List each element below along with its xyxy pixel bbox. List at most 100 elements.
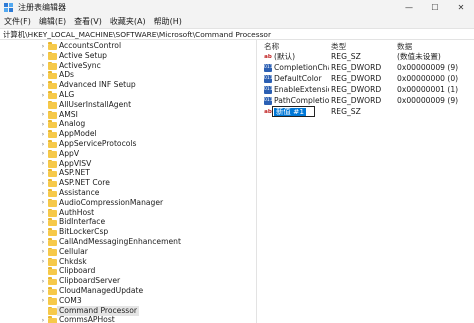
chevron-right-icon[interactable]: › [40,315,46,323]
address-path: 计算机\HKEY_LOCAL_MACHINE\SOFTWARE\Microsof… [3,29,271,39]
tree-item[interactable]: › AuthHost [0,207,256,218]
value-row[interactable]: ab 新值 #1 REG_SZ [258,106,474,117]
chevron-right-icon[interactable]: › [40,296,46,306]
string-value-icon: ab [264,54,272,60]
folder-icon [48,208,57,217]
folder-icon [48,61,57,70]
chevron-right-icon[interactable]: › [40,90,46,100]
value-type: REG_DWORD [331,85,382,94]
chevron-right-icon[interactable]: › [40,51,46,61]
chevron-right-icon[interactable]: › [40,286,46,296]
list-header: 名称 类型 数据 [258,40,474,51]
tree-item[interactable]: › ALG [0,90,256,100]
tree-item[interactable]: Clipboard [0,266,256,276]
value-row[interactable]: 011PathCompletionCharREG_DWORD 0x00000009… [258,96,474,106]
chevron-right-icon[interactable]: › [40,139,46,149]
tree-item[interactable]: › Analog [0,119,256,129]
chevron-right-icon[interactable]: › [40,198,46,208]
tree-item[interactable]: › Cellular [0,247,256,257]
folder-icon [48,81,57,90]
tree-item-label: ALG [59,90,75,99]
chevron-right-icon[interactable]: › [40,159,46,169]
folder-icon [48,159,57,168]
tree-item[interactable]: › BitLockerCsp [0,227,256,237]
tree-item[interactable]: › ASP.NET [0,168,256,178]
chevron-right-icon[interactable]: › [40,129,46,139]
chevron-right-icon[interactable]: › [40,227,46,237]
tree-item[interactable]: › Active Setup [0,51,256,61]
value-row[interactable]: 011EnableExtensionsREG_DWORD 0x00000001 (… [258,85,474,95]
string-value-icon: ab [264,109,272,115]
tree-item[interactable]: › AppModel [0,129,256,139]
key-tree[interactable]: › AccountsControl › Active Setup › ActiveSync… [0,40,257,323]
folder-icon [48,228,57,237]
chevron-right-icon[interactable]: › [40,168,46,178]
close-button[interactable]: ✕ [448,0,474,15]
tree-item[interactable]: › ADs [0,70,256,80]
address-bar[interactable]: 计算机\HKEY_LOCAL_MACHINE\SOFTWARE\Microsof… [0,28,474,40]
tree-item[interactable]: › ActiveSync [0,61,256,71]
chevron-right-icon[interactable]: › [40,276,46,286]
menu-favorites[interactable]: 收藏夹(A) [110,16,146,27]
tree-item[interactable]: › CallAndMessagingEnhancement [0,237,256,247]
menu-view[interactable]: 查看(V) [74,16,102,27]
menu-file[interactable]: 文件(F) [4,16,31,27]
menu-edit[interactable]: 编辑(E) [39,16,66,27]
chevron-right-icon[interactable]: › [40,149,46,159]
tree-item[interactable]: › Chkdsk [0,257,256,267]
tree-item[interactable]: › AppServiceProtocols [0,139,256,149]
value-row[interactable]: 011 DefaultColor REG_DWORD 0x00000000 (0) [258,74,474,84]
chevron-right-icon[interactable]: › [40,257,46,267]
tree-item-label: AMSI [59,109,78,119]
tree-item[interactable]: › AppVISV [0,158,256,169]
values-list[interactable]: 名称 类型 数据 ab (默认) REG_SZ (数值未设置) 011 Completio… [258,40,474,323]
tree-item[interactable]: › Advanced INF Setup [0,80,256,90]
tree-item[interactable]: AllUserInstallAgent [0,100,256,110]
minimize-button[interactable]: — [396,0,422,15]
tree-item[interactable]: › BidInterface [0,217,256,227]
chevron-right-icon[interactable]: › [40,119,46,129]
folder-icon [48,100,57,109]
column-header-data[interactable]: 数据 [397,41,412,52]
value-row[interactable]: ab (默认) REG_SZ (数值未设置) [258,52,474,62]
column-header-name[interactable]: 名称 [264,41,279,52]
tree-item[interactable]: › CommsAPHost [0,315,256,323]
tree-item[interactable]: › AudioCompressionManager [0,198,256,208]
tree-item[interactable]: › ASP.NET Core [0,178,256,188]
tree-item[interactable]: › COM3 [0,296,256,306]
rename-input[interactable]: 新值 #1 [272,106,315,117]
tree-item-label: ASP.NET Core [59,178,110,188]
folder-icon [48,91,57,99]
tree-item-label: AppVISV [59,158,92,168]
column-header-type[interactable]: 类型 [331,41,346,52]
tree-item[interactable]: › AppV [0,149,256,159]
chevron-right-icon[interactable]: › [40,178,46,188]
value-data: 0x00000009 (9) [397,63,459,72]
value-type: REG_DWORD [331,63,382,72]
tree-item[interactable]: Command Processor [0,305,256,316]
chevron-right-icon[interactable]: › [40,61,46,71]
chevron-right-icon[interactable]: › [40,247,46,257]
tree-item[interactable]: › CloudManagedUpdate [0,286,256,296]
folder-icon [48,198,57,207]
tree-item[interactable]: › Assistance [0,188,256,198]
value-type: REG_SZ [331,52,361,61]
chevron-right-icon[interactable]: › [40,80,46,90]
chevron-right-icon[interactable]: › [40,41,46,51]
dword-value-icon: 011 [264,64,273,72]
menu-help[interactable]: 帮助(H) [154,16,182,27]
tree-item-label: Clipboard [59,266,96,276]
chevron-right-icon[interactable]: › [40,110,46,120]
tree-item[interactable]: › ClipboardServer [0,276,256,286]
chevron-right-icon[interactable]: › [40,188,46,198]
chevron-right-icon[interactable]: › [40,237,46,247]
tree-item-label: AuthHost [59,207,95,217]
value-row[interactable]: 011CompletionCharREG_DWORD 0x00000009 (9) [258,63,474,73]
value-name: PathCompletionChar [274,96,329,105]
tree-item[interactable]: › AMSI [0,109,256,120]
tree-item[interactable]: › AccountsControl [0,41,256,51]
chevron-right-icon[interactable]: › [40,70,46,80]
chevron-right-icon[interactable]: › [40,217,46,227]
maximize-button[interactable]: ☐ [422,0,448,15]
chevron-right-icon[interactable]: › [40,208,46,218]
